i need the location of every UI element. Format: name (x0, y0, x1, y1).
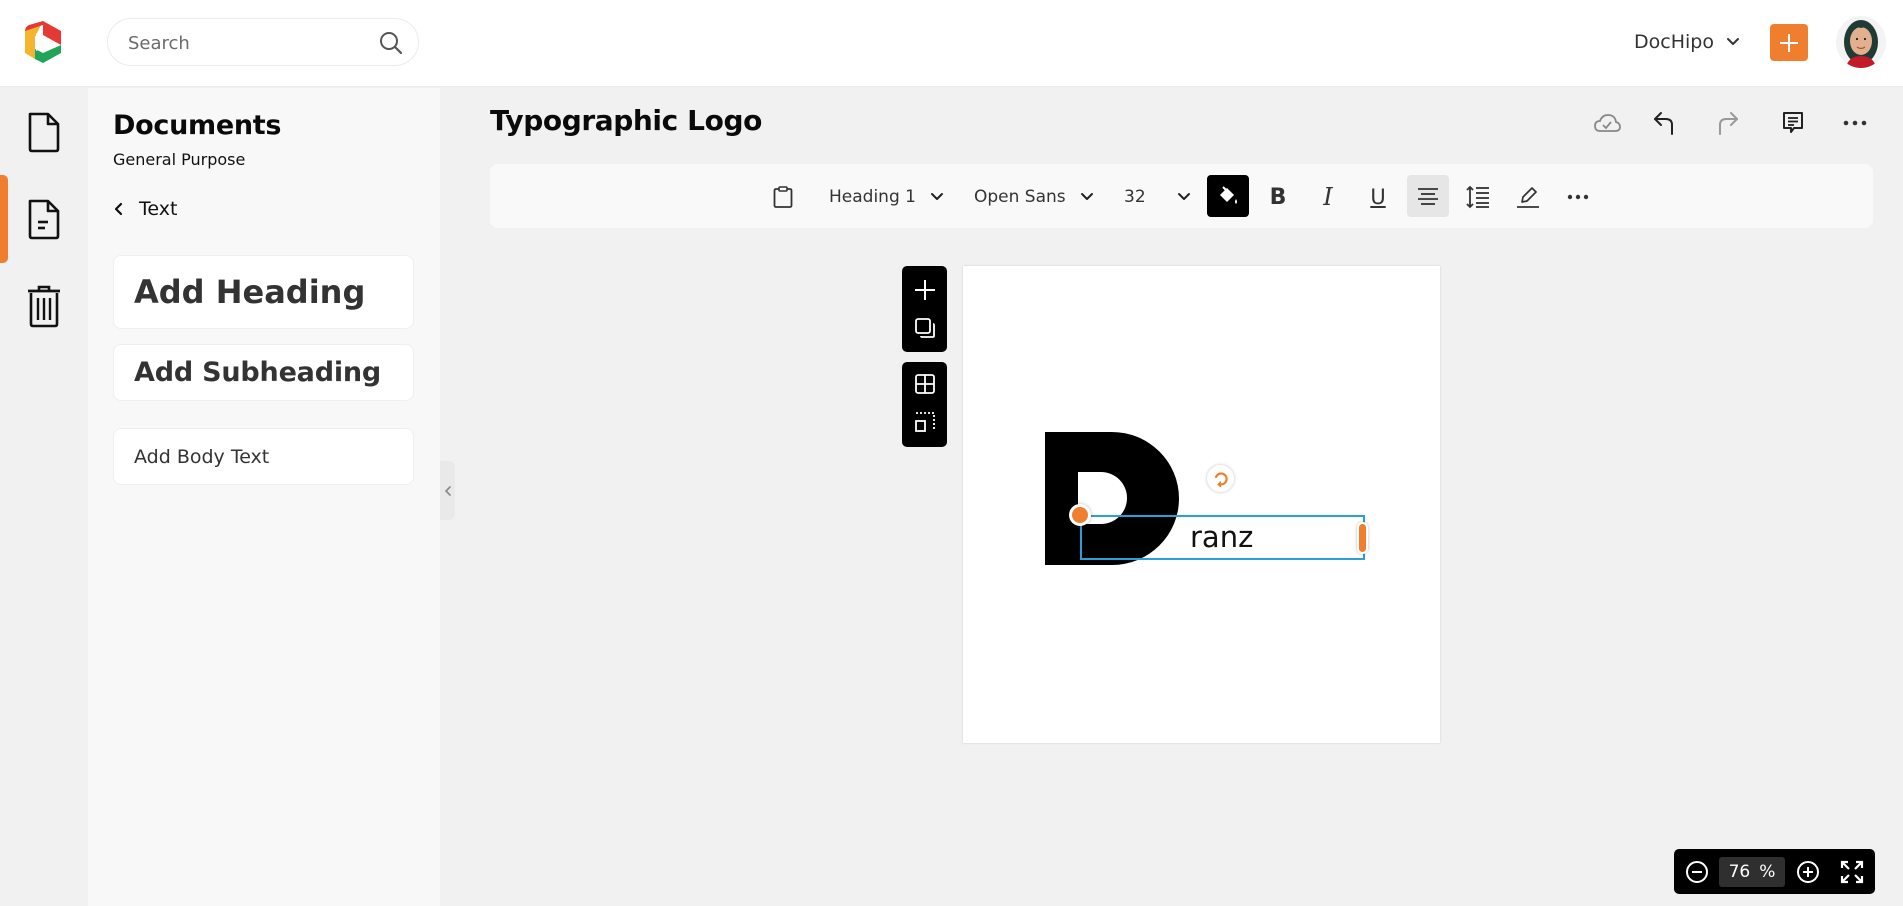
font-family-value: Open Sans (974, 187, 1066, 207)
chevron-down-icon (1080, 193, 1093, 200)
pen-icon (1517, 187, 1539, 208)
zoom-in-button[interactable] (1793, 857, 1823, 887)
highlight-button[interactable] (1507, 177, 1549, 217)
more-horizontal-icon (1567, 194, 1589, 200)
rail-item-documents[interactable] (0, 88, 88, 176)
font-size-dropdown[interactable]: 32 (1124, 177, 1191, 217)
text-color-button[interactable] (1207, 175, 1249, 217)
add-heading-card[interactable]: Add Heading (113, 255, 414, 329)
align-center-button[interactable] (1407, 175, 1449, 217)
selected-text-content[interactable]: ranz (1190, 520, 1253, 554)
expand-icon (1840, 860, 1864, 884)
clipboard-icon (773, 186, 793, 208)
file-text-icon (28, 199, 60, 240)
chevron-down-icon (1177, 193, 1190, 200)
bold-button[interactable]: B (1257, 177, 1299, 217)
line-spacing-button[interactable] (1457, 177, 1499, 217)
grid-icon (914, 374, 935, 394)
selected-text-box[interactable]: ranz (1080, 515, 1365, 560)
left-rail (0, 88, 88, 906)
italic-icon: I (1323, 183, 1333, 211)
add-page-button[interactable] (902, 272, 947, 308)
workspace-label: DocHipo (1634, 31, 1714, 53)
underline-button[interactable]: U (1357, 177, 1399, 217)
align-center-icon (1418, 188, 1438, 205)
text-style-value: Heading 1 (829, 187, 916, 207)
trash-icon (28, 285, 60, 328)
comment-icon (1783, 112, 1803, 133)
bold-icon: B (1269, 184, 1287, 210)
search-input[interactable] (128, 31, 368, 55)
rotate-handle[interactable] (1207, 465, 1234, 492)
zoom-level[interactable]: 76 % (1719, 857, 1785, 887)
design-canvas[interactable] (963, 266, 1440, 743)
user-avatar[interactable] (1836, 16, 1886, 68)
chevron-down-icon (930, 193, 943, 200)
fullscreen-button[interactable] (1837, 857, 1867, 887)
collapse-panel-button[interactable] (440, 461, 455, 520)
zoom-unit: % (1759, 862, 1776, 882)
font-family-dropdown[interactable]: Open Sans (974, 177, 1094, 217)
underline-icon: U (1370, 185, 1386, 209)
grid-button[interactable] (902, 366, 947, 402)
page-tools-group (902, 266, 947, 352)
zoom-out-button[interactable] (1682, 857, 1712, 887)
back-to-text-button[interactable]: Text (113, 198, 177, 220)
text-panel: Documents General Purpose Text Add Headi… (88, 88, 440, 906)
redo-icon (1719, 112, 1738, 135)
chevron-left-icon (114, 202, 123, 216)
panel-title: Documents (113, 110, 282, 141)
plus-circle-icon (1797, 861, 1819, 883)
undo-icon (1654, 112, 1673, 135)
move-handle[interactable] (1069, 504, 1091, 526)
line-height-icon (1466, 185, 1489, 209)
duplicate-page-button[interactable] (902, 310, 947, 346)
paste-button[interactable] (762, 177, 804, 217)
duplicate-icon (914, 318, 935, 338)
more-format-button[interactable] (1557, 177, 1599, 217)
text-format-toolbar: Heading 1 Open Sans 32 B I U (490, 164, 1873, 228)
workspace-selector[interactable]: DocHipo (1634, 27, 1740, 57)
cloud-check-icon (1594, 114, 1621, 132)
rotate-icon (1214, 471, 1228, 487)
more-horizontal-icon (1843, 120, 1867, 126)
chevron-left-icon (444, 485, 451, 496)
paint-bucket-icon (1220, 186, 1237, 204)
redo-button[interactable] (1711, 106, 1745, 140)
document-actions (1590, 106, 1880, 140)
document-title[interactable]: Typographic Logo (490, 104, 762, 137)
more-options-button[interactable] (1838, 106, 1872, 140)
comments-button[interactable] (1776, 106, 1810, 140)
italic-button[interactable]: I (1307, 177, 1349, 217)
chevron-down-icon (1726, 38, 1739, 45)
create-new-button[interactable] (1770, 24, 1808, 61)
selection-icon (914, 412, 935, 432)
add-subheading-card[interactable]: Add Subheading (113, 344, 414, 401)
rail-item-trash[interactable] (0, 262, 88, 350)
add-body-text-card[interactable]: Add Body Text (113, 428, 414, 485)
plus-icon (1780, 33, 1798, 52)
undo-button[interactable] (1647, 106, 1681, 140)
cloud-saved-button[interactable] (1590, 106, 1624, 140)
search-icon[interactable] (378, 30, 404, 56)
app-logo[interactable] (20, 19, 66, 65)
top-header: DocHipo (0, 0, 1903, 87)
zoom-control: 76 % (1674, 849, 1875, 894)
minus-circle-icon (1686, 861, 1708, 883)
file-icon (28, 112, 60, 153)
resize-handle[interactable] (1357, 522, 1368, 554)
panel-subtitle: General Purpose (113, 150, 246, 169)
layout-tools-group (902, 362, 947, 447)
select-area-button[interactable] (902, 404, 947, 440)
back-label: Text (139, 198, 178, 220)
plus-icon (914, 280, 935, 300)
rail-item-templates[interactable] (0, 175, 88, 263)
text-style-dropdown[interactable]: Heading 1 (829, 177, 944, 217)
zoom-value: 76 (1728, 862, 1751, 882)
font-size-value: 32 (1124, 187, 1146, 207)
search-box (107, 18, 419, 66)
